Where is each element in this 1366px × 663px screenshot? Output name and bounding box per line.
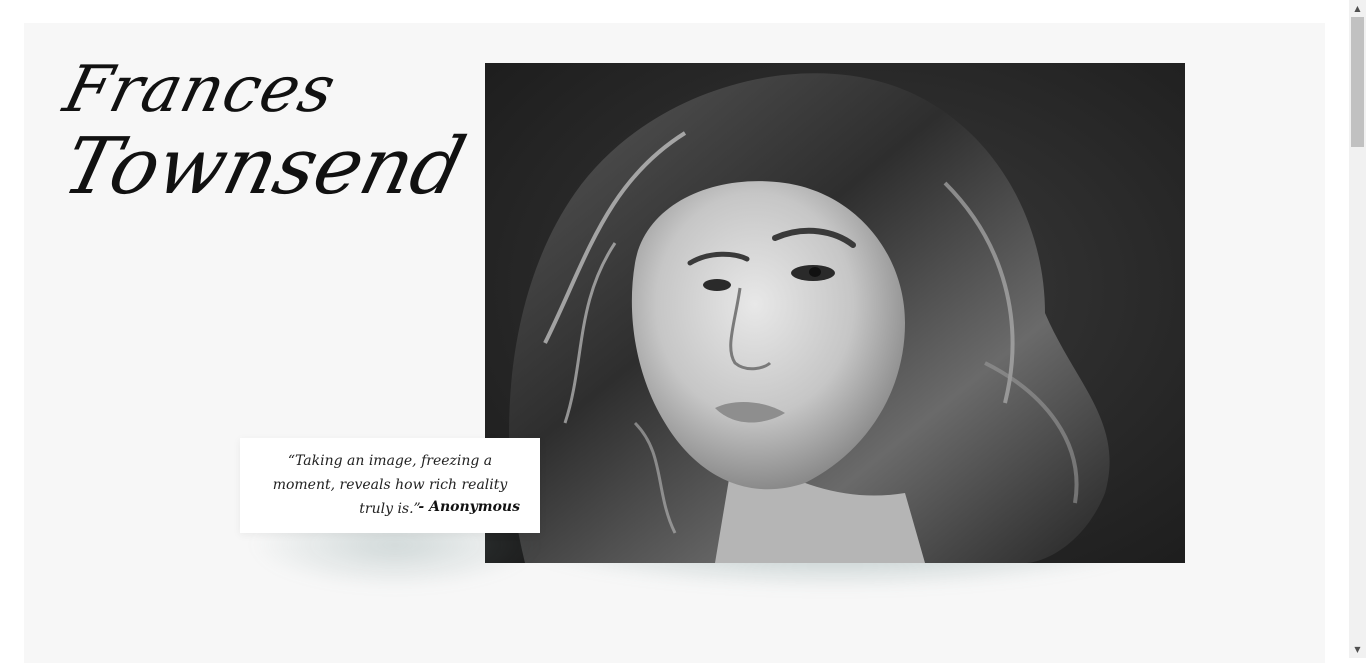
quote-card: “Taking an image, freezing a moment, rev…: [240, 438, 540, 533]
scroll-up-icon[interactable]: ▲: [1349, 0, 1366, 17]
portrait-image-icon: [485, 63, 1185, 563]
scroll-down-icon[interactable]: ▼: [1349, 641, 1366, 658]
name-last: Townsend: [54, 122, 474, 212]
portrait-photo: [485, 63, 1185, 563]
vertical-scrollbar[interactable]: ▲ ▼: [1349, 0, 1366, 658]
name-first: Frances: [56, 53, 344, 127]
quote-author: - Anonymous: [418, 499, 520, 515]
scrollbar-thumb[interactable]: [1351, 17, 1364, 147]
